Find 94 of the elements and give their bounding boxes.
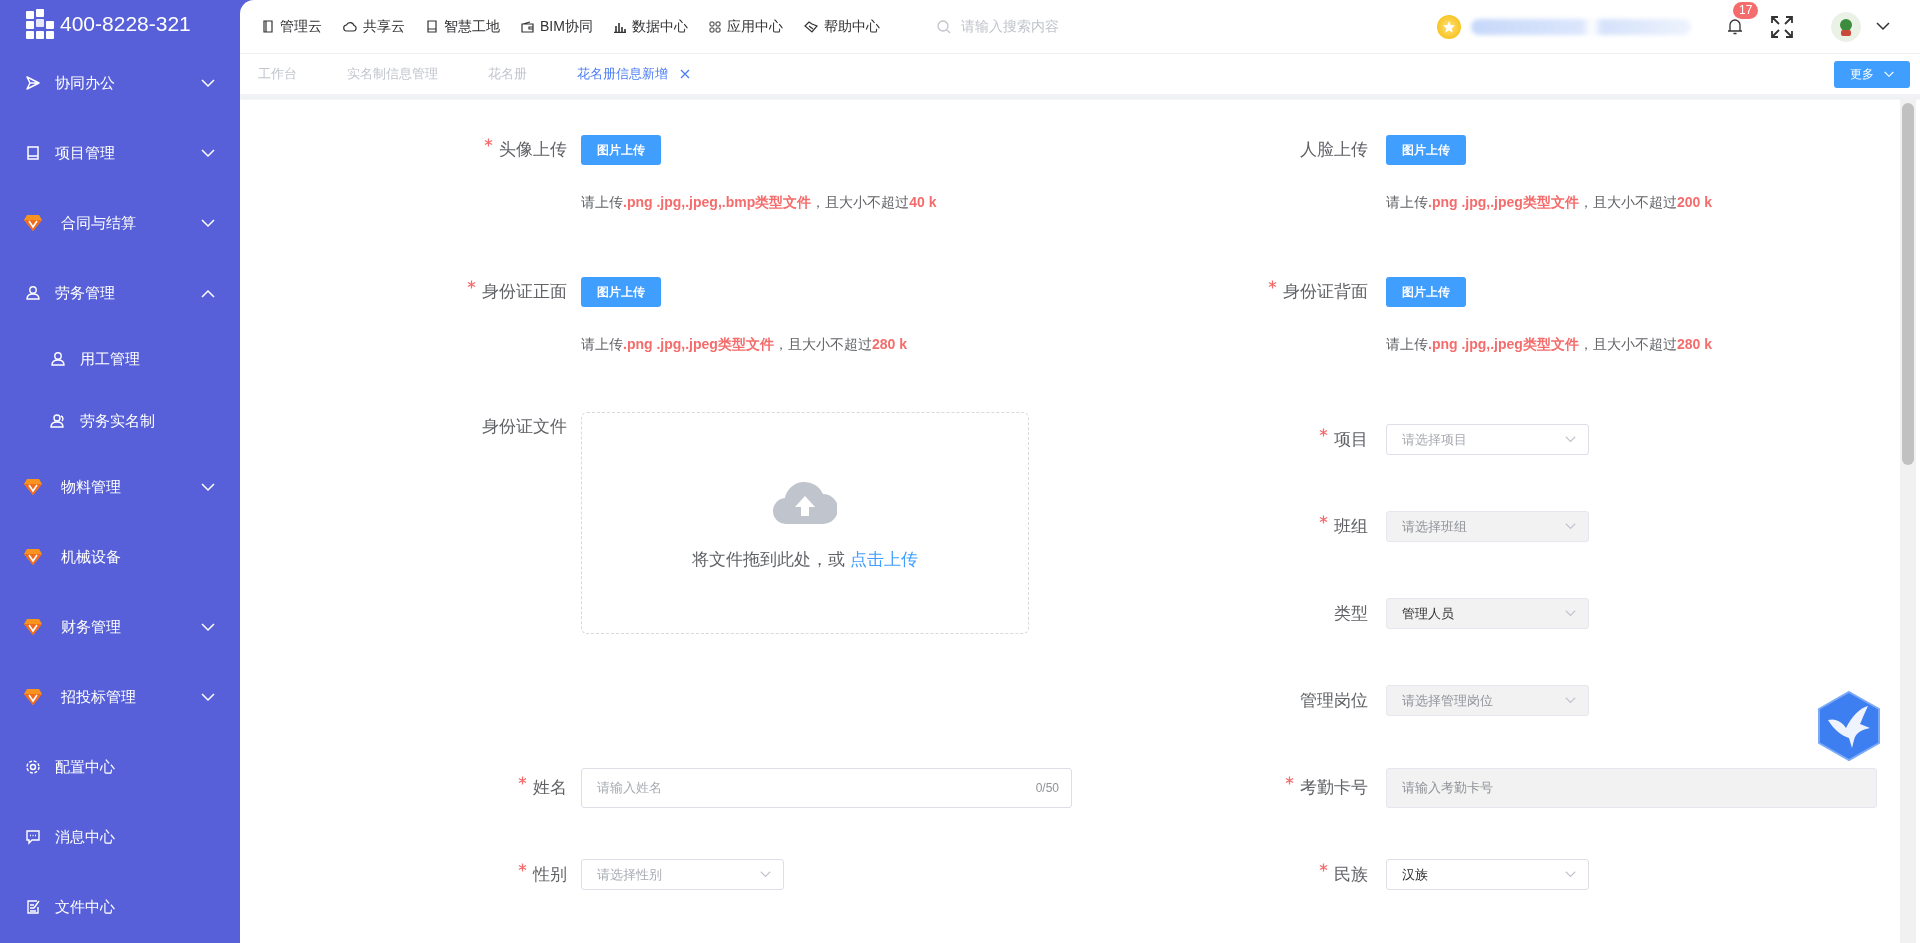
settings-icon: [25, 759, 41, 775]
chat-icon: [25, 829, 41, 845]
menu-item[interactable]: 项目管理: [0, 118, 240, 188]
field-label: 姓名: [400, 772, 567, 803]
field-label: 人脸上传: [1299, 139, 1368, 161]
field-label: 性别: [400, 859, 567, 890]
nav-link[interactable]: 应用中心: [708, 17, 783, 36]
menu-item[interactable]: 文件中心: [0, 872, 240, 942]
logo-text: 400-8228-321: [60, 12, 191, 36]
menu-item[interactable]: 财务管理: [0, 592, 240, 662]
chevron-icon: [1565, 610, 1576, 617]
book-icon: [262, 20, 274, 33]
chevron-icon: [760, 871, 771, 878]
gem-icon: [23, 548, 43, 566]
required-asterisk-icon: [467, 280, 476, 289]
close-icon[interactable]: [680, 69, 690, 79]
gem-icon: [23, 478, 43, 496]
medal-icon: [1437, 14, 1461, 39]
chevron-icon: [1876, 22, 1890, 31]
chevron-icon: [1565, 697, 1576, 704]
fullscreen-icon[interactable]: [1771, 15, 1793, 38]
field-label: 项目: [1220, 424, 1368, 455]
menu-item[interactable]: 协同办公: [0, 48, 240, 118]
chevron-icon: [1565, 523, 1576, 530]
field-label: 民族: [1220, 859, 1368, 890]
click-upload-link[interactable]: 点击上传: [849, 549, 918, 569]
person-icon: [50, 351, 66, 367]
chevron-icon: [1884, 70, 1894, 78]
more-button[interactable]: 更多: [1834, 60, 1910, 88]
submenu-item[interactable]: 用工管理: [0, 328, 240, 390]
cloud-icon: [343, 21, 357, 32]
required-asterisk-icon: [1285, 775, 1294, 785]
required-asterisk-icon: [1319, 862, 1328, 872]
menu-item[interactable]: 物料管理: [0, 452, 240, 522]
field-label: 身份证背面: [1220, 277, 1368, 307]
image-upload-button[interactable]: 图片上传: [1386, 277, 1466, 307]
menu-item[interactable]: 招投标管理: [0, 662, 240, 732]
send-icon: [25, 75, 41, 91]
required-asterisk-icon: [1319, 427, 1328, 437]
document-icon: [25, 899, 41, 915]
text-input[interactable]: 请输入姓名 0/50: [581, 767, 1072, 808]
menu-item[interactable]: 合同与结算: [0, 188, 240, 258]
nav-link[interactable]: BIM协同: [521, 17, 593, 36]
upload-hint: 请上传.png .jpg,.jpeg类型文件，且大小不超过200 k: [1386, 194, 1713, 212]
field-label: 身份证文件: [481, 416, 567, 438]
required-asterisk-icon: [484, 138, 493, 147]
character-counter: 0/50: [1035, 780, 1059, 795]
required-asterisk-icon: [1319, 514, 1328, 524]
notification-badge: 17: [1733, 2, 1759, 19]
nav-link[interactable]: 帮助中心: [803, 17, 880, 36]
gem-icon: [23, 214, 43, 232]
required-asterisk-icon: [518, 775, 527, 785]
submenu-item[interactable]: 劳务实名制: [0, 390, 240, 452]
menu-item[interactable]: 消息中心: [0, 802, 240, 872]
bird-app-icon[interactable]: [1816, 690, 1882, 762]
nav-link[interactable]: 智慧工地: [426, 17, 500, 36]
file-drop-zone[interactable]: 将文件拖到此处，或 点击上传: [581, 412, 1029, 634]
field-label: 类型: [1333, 602, 1368, 625]
select-field[interactable]: 汉族: [1386, 859, 1589, 890]
field-label: 头像上传: [400, 135, 567, 165]
wallet-icon: [521, 20, 534, 33]
person-icon: [25, 285, 41, 301]
drop-hint: 将文件拖到此处，或 点击上传: [692, 548, 918, 571]
field-label: 管理岗位: [1299, 689, 1368, 712]
menu-item[interactable]: 配置中心: [0, 732, 240, 802]
tab[interactable]: 花名册信息新增: [577, 65, 690, 83]
gem-icon: [23, 688, 43, 706]
scrollbar-thumb[interactable]: [1902, 103, 1914, 465]
gem-icon: [23, 618, 43, 636]
nav-link[interactable]: 管理云: [262, 17, 322, 36]
nav-link[interactable]: 数据中心: [613, 17, 688, 36]
chevron-icon: [1565, 436, 1576, 443]
field-label: 考勤卡号: [1220, 772, 1368, 803]
upload-hint: 请上传.png .jpg,.jpeg类型文件，且大小不超过280 k: [581, 336, 908, 354]
field-label: 身份证正面: [400, 277, 567, 307]
book-icon: [25, 145, 41, 161]
book-icon: [426, 20, 438, 33]
menu-item[interactable]: 机械设备: [0, 522, 240, 592]
image-upload-button[interactable]: 图片上传: [1386, 135, 1466, 165]
field-label: 班组: [1220, 511, 1368, 542]
upload-hint: 请上传.png .jpg,.jpeg类型文件，且大小不超过280 k: [1386, 336, 1713, 354]
upload-hint: 请上传.png .jpg,.jpeg,.bmp类型文件，且大小不超过40 k: [581, 194, 938, 212]
image-upload-button[interactable]: 图片上传: [581, 135, 661, 165]
image-upload-button[interactable]: 图片上传: [581, 277, 661, 307]
people-icon: [50, 413, 66, 429]
menu-item[interactable]: 劳务管理: [0, 258, 240, 328]
required-asterisk-icon: [518, 862, 527, 872]
nav-link[interactable]: 共享云: [343, 17, 405, 36]
chevron-icon: [1565, 871, 1576, 878]
required-asterisk-icon: [1268, 280, 1277, 289]
bar-chart-icon: [613, 20, 626, 33]
bell-icon[interactable]: [1727, 18, 1743, 35]
grid-icon: [708, 20, 721, 33]
search-icon: [936, 19, 951, 34]
